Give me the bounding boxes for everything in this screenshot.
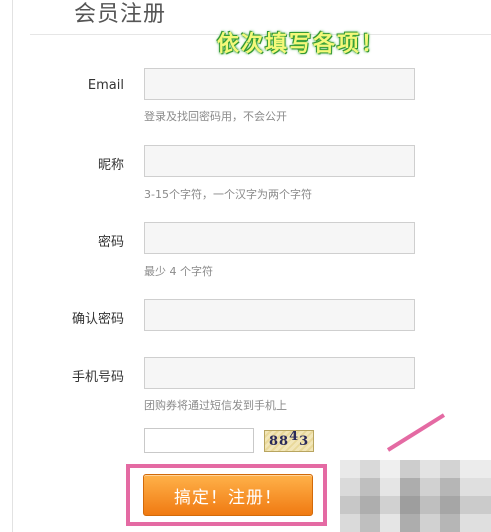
email-field[interactable] — [144, 68, 415, 100]
captcha-char: 8 — [279, 434, 290, 449]
password-hint: 最少 4 个字符 — [144, 265, 213, 278]
blurred-area — [340, 460, 491, 532]
nickname-hint: 3-15个字符，一个汉字为两个字符 — [144, 188, 312, 201]
mobile-label: 手机号码 — [71, 370, 124, 385]
page-title: 会员注册 — [74, 2, 167, 27]
captcha-char: 4 — [289, 430, 300, 444]
password-field[interactable] — [144, 222, 415, 254]
password-label: 密码 — [97, 235, 124, 250]
instruction-annotation: 依次填写各项！ — [217, 31, 386, 57]
nickname-field[interactable] — [144, 145, 415, 177]
submit-button[interactable]: 搞定！注册！ — [143, 474, 313, 516]
nickname-label: 昵称 — [97, 158, 124, 173]
captcha-image[interactable]: 8843 — [264, 430, 314, 452]
captcha-char: 8 — [269, 434, 280, 449]
captcha-field[interactable] — [144, 428, 254, 453]
mobile-hint: 团购券将通过短信发到手机上 — [144, 399, 287, 412]
captcha-char: 3 — [299, 434, 310, 449]
confirm-password-field[interactable] — [144, 299, 415, 331]
confirm-password-label: 确认密码 — [71, 312, 124, 327]
mobile-field[interactable] — [144, 357, 415, 389]
email-hint: 登录及找回密码用，不会公开 — [144, 110, 287, 123]
email-label: Email — [87, 78, 124, 93]
